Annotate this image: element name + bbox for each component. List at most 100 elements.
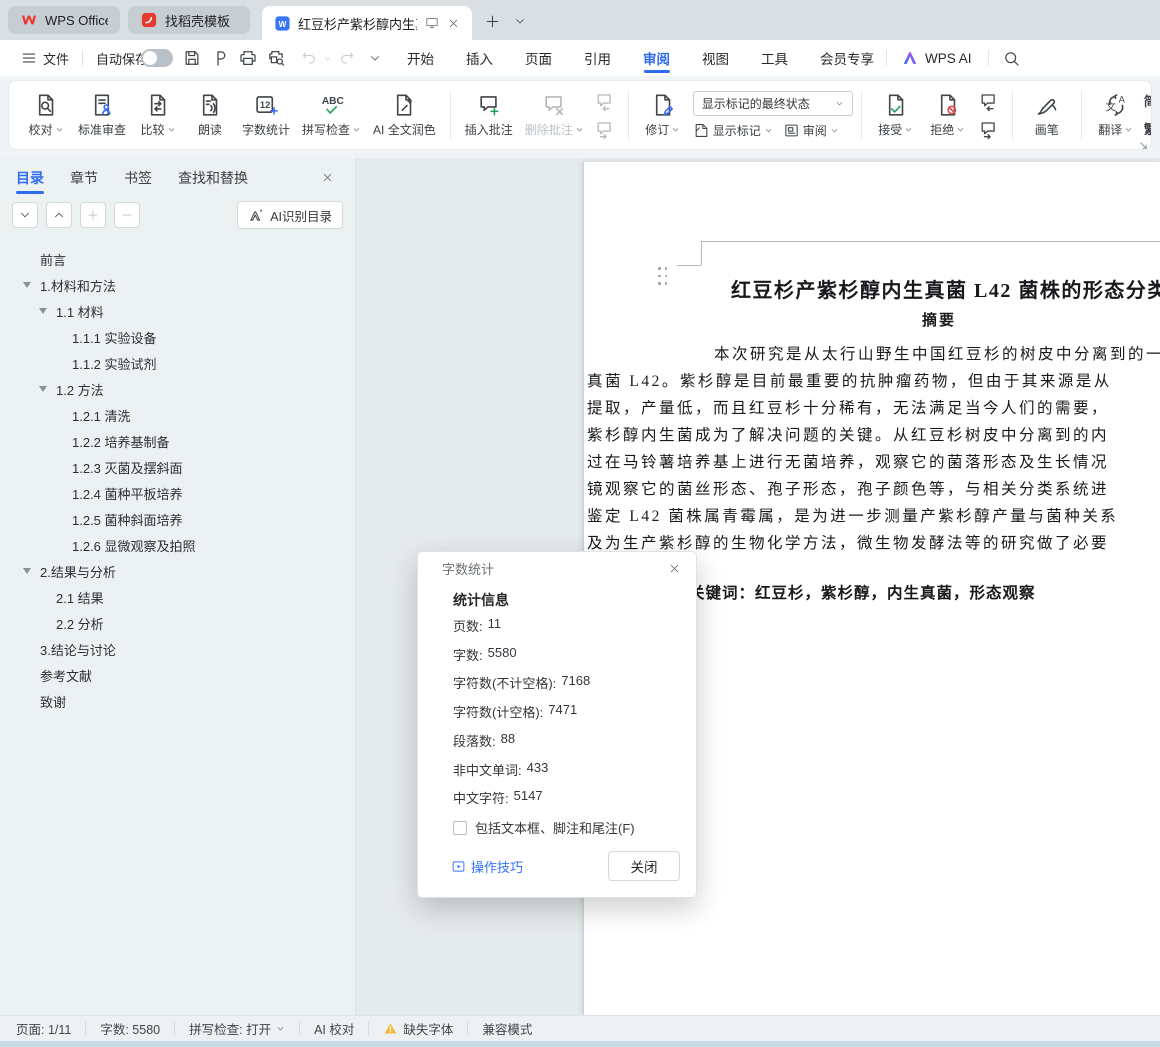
- outline-item[interactable]: 3.结论与讨论: [0, 636, 355, 662]
- outline-item[interactable]: 2.1 结果: [0, 584, 355, 610]
- ribbon-button-compare[interactable]: 比较: [132, 84, 184, 146]
- ribbon-button-track-changes[interactable]: 修订: [637, 84, 689, 146]
- status-item-2[interactable]: 拼写检查: 打开: [189, 1019, 285, 1038]
- tips-link[interactable]: 操作技巧: [451, 857, 523, 876]
- close-dialog-button[interactable]: 关闭: [608, 851, 680, 881]
- menu-tab-2[interactable]: 页面: [525, 40, 552, 76]
- collapse-arrow-icon[interactable]: [39, 386, 47, 392]
- outline-expand-button[interactable]: [80, 202, 106, 228]
- paragraph-drag-handle[interactable]: [656, 265, 669, 287]
- tab-close-button[interactable]: [447, 13, 460, 33]
- menu-tab-1[interactable]: 插入: [466, 40, 493, 76]
- outline-item[interactable]: 1.2 方法: [0, 376, 355, 402]
- status-item-0[interactable]: 页面: 1/11: [16, 1019, 71, 1038]
- outline-item[interactable]: 1.2.3 灭菌及摆斜面: [0, 454, 355, 480]
- ribbon-button-reject[interactable]: 拒绝: [922, 84, 974, 146]
- sidebar-tab-0[interactable]: 目录: [16, 163, 44, 193]
- ribbon-button-comment-del[interactable]: 删除批注: [519, 84, 590, 146]
- ribbon-small-button-show-markup[interactable]: 显示标记: [693, 122, 773, 139]
- new-tab-button[interactable]: [480, 9, 504, 33]
- export-button[interactable]: [210, 40, 230, 76]
- outline-item[interactable]: 1.材料和方法: [0, 272, 355, 298]
- plus-icon: [86, 208, 100, 222]
- print-button[interactable]: [238, 40, 258, 76]
- window-tab[interactable]: 找稻壳模板: [128, 6, 250, 34]
- include-footnotes-checkbox[interactable]: 包括文本框、脚注和尾注(F): [453, 818, 635, 837]
- outline-next-button[interactable]: [12, 202, 38, 228]
- toolbar-more-button[interactable]: [368, 40, 382, 76]
- chevron-down-icon: [764, 126, 773, 135]
- status-item-4[interactable]: 缺失字体: [383, 1019, 453, 1038]
- small-button-label: 审阅: [803, 122, 827, 139]
- save-button[interactable]: [182, 40, 202, 76]
- menu-tab-3[interactable]: 引用: [584, 40, 611, 76]
- stat-value: 433: [527, 760, 549, 779]
- outline-item[interactable]: 1.2.2 培养基制备: [0, 428, 355, 454]
- dialog-titlebar: 字数统计: [418, 552, 696, 585]
- outline-prev-button[interactable]: [46, 202, 72, 228]
- convert-button-jian[interactable]: 简→转繁: [1144, 91, 1152, 112]
- ribbon-small-button-review-pane[interactable]: 审阅: [783, 122, 839, 139]
- ribbon-button-spell-check[interactable]: ABC拼写检查: [296, 84, 367, 146]
- ribbon-button-pen[interactable]: 画笔: [1021, 84, 1073, 146]
- ribbon: 校对标准审查比较朗读12字数统计ABC拼写检查AI 全文润色插入批注删除批注修订…: [0, 76, 1160, 158]
- sidebar-tab-1[interactable]: 章节: [70, 163, 98, 193]
- outline-item[interactable]: 参考文献: [0, 662, 355, 688]
- outline-item[interactable]: 致谢: [0, 688, 355, 714]
- file-menu-button[interactable]: 文件: [20, 40, 69, 76]
- undo-button[interactable]: [300, 40, 332, 76]
- window-tab[interactable]: WPS Office: [8, 6, 120, 34]
- ribbon-button-ai-polish[interactable]: AI 全文润色: [367, 84, 442, 146]
- outline-item[interactable]: 1.2.1 清洗: [0, 402, 355, 428]
- ribbon-button-read-aloud[interactable]: 朗读: [184, 84, 236, 146]
- status-item-5[interactable]: 兼容模式: [482, 1019, 532, 1038]
- sidebar-close-button[interactable]: [321, 166, 343, 188]
- redo-button[interactable]: [338, 40, 356, 76]
- wps-ai-button[interactable]: WPS AI: [901, 40, 972, 76]
- outline-item[interactable]: 1.2.5 菌种斜面培养: [0, 506, 355, 532]
- next-revision-button[interactable]: [976, 117, 1002, 141]
- outline-item[interactable]: 1.1.1 实验设备: [0, 324, 355, 350]
- sidebar-tab-3[interactable]: 查找和替换: [178, 163, 248, 193]
- tab-list-button[interactable]: [508, 9, 532, 33]
- outline-item[interactable]: 1.1.2 实验试剂: [0, 350, 355, 376]
- outline-collapse-button[interactable]: [114, 202, 140, 228]
- collapse-arrow-icon[interactable]: [39, 308, 47, 314]
- autosave-toggle[interactable]: [141, 49, 173, 67]
- dialog-close-button[interactable]: [664, 559, 684, 579]
- window-tab-active[interactable]: W红豆杉产紫杉醇内生真菌L42菌: [262, 6, 472, 40]
- outline-item[interactable]: 1.2.6 显微观察及拍照: [0, 532, 355, 558]
- markup-state-combobox[interactable]: 显示标记的最终状态: [693, 91, 853, 116]
- status-item-1[interactable]: 字数: 5580: [100, 1019, 160, 1038]
- outline-item[interactable]: 前言: [0, 246, 355, 272]
- ribbon-button-translate[interactable]: 文A翻译: [1090, 84, 1142, 146]
- ribbon-button-std-review[interactable]: 标准审查: [72, 84, 132, 146]
- ribbon-expand-icon[interactable]: [1137, 139, 1150, 152]
- status-item-3[interactable]: AI 校对: [314, 1019, 354, 1038]
- menu-tab-6[interactable]: 工具: [761, 40, 788, 76]
- menu-tab-7[interactable]: 会员专享: [820, 40, 874, 76]
- print-preview-button[interactable]: [266, 40, 286, 76]
- ribbon-button-comment-add[interactable]: 插入批注: [459, 84, 519, 146]
- menu-tab-active[interactable]: 审阅: [643, 40, 670, 76]
- document-body-line: 鉴定 L42 菌株属青霉属，是为进一步测量产紫杉醇产量与菌种关系: [587, 504, 1118, 526]
- outline-item[interactable]: 1.2.4 菌种平板培养: [0, 480, 355, 506]
- outline-item[interactable]: 2.结果与分析: [0, 558, 355, 584]
- ribbon-button-proof[interactable]: 校对: [20, 84, 72, 146]
- convert-button-fan[interactable]: 繁→转简: [1144, 119, 1152, 140]
- ai-recognize-toc-button[interactable]: AI识别目录: [237, 201, 343, 229]
- previous-comment-button[interactable]: [592, 89, 618, 113]
- search-button[interactable]: [1002, 40, 1021, 76]
- previous-revision-button[interactable]: [976, 89, 1002, 113]
- sidebar-tab-2[interactable]: 书签: [124, 163, 152, 193]
- collapse-arrow-icon[interactable]: [23, 282, 31, 288]
- ribbon-button-word-count[interactable]: 12字数统计: [236, 84, 296, 146]
- outline-item[interactable]: 2.2 分析: [0, 610, 355, 636]
- outline-item[interactable]: 1.1 材料: [0, 298, 355, 324]
- menu-tab-5[interactable]: 视图: [702, 40, 729, 76]
- next-comment-button[interactable]: [592, 117, 618, 141]
- ribbon-button-accept[interactable]: 接受: [870, 84, 922, 146]
- outline-item-label: 参考文献: [0, 666, 92, 685]
- menu-tab-0[interactable]: 开始: [407, 40, 434, 76]
- collapse-arrow-icon[interactable]: [23, 568, 31, 574]
